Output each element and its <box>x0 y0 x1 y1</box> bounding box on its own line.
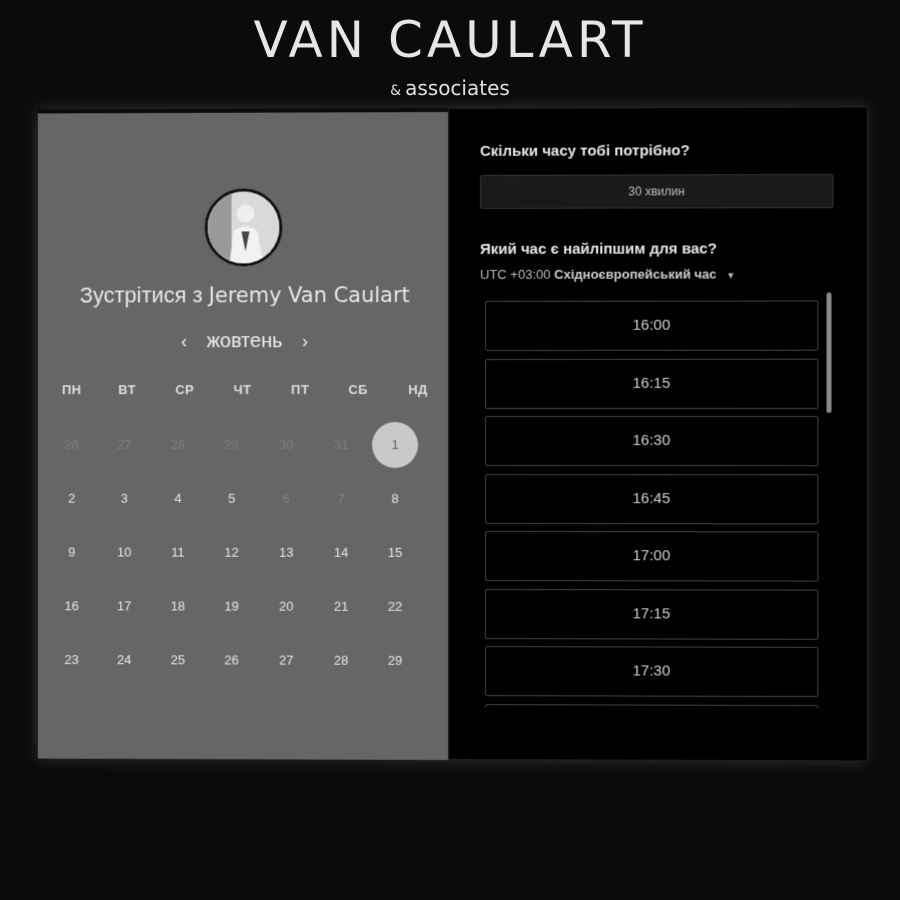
host-photo-icon <box>208 191 280 265</box>
time-slot-button[interactable]: 16:15 <box>485 358 819 409</box>
booking-widget: Зустрітися з Jeremy Van Caulart ‹ жовтен… <box>37 106 868 762</box>
slot-list-scrollbar[interactable] <box>826 292 832 413</box>
calendar-day: 26 <box>64 436 79 452</box>
weekday-label: СБ <box>348 382 368 398</box>
duration-question: Скільки часу тобі потрібно? <box>480 142 690 160</box>
duration-select[interactable]: 30 хвилин <box>480 173 834 209</box>
brand-title: VAN CAULART <box>253 11 647 69</box>
calendar-day[interactable]: 22 <box>372 584 418 630</box>
meet-title: Зустрітися з Jeremy Van Caulart <box>38 282 452 309</box>
day-grid: 26 27 28 29 30 31 1 2 3 4 5 6 7 8 9 10 11 12 13 14 15 16 17 18 1… <box>38 112 452 668</box>
brand-subtitle-text: associates <box>405 76 510 100</box>
host-avatar <box>204 188 283 267</box>
time-slot-list: 16:00 16:15 16:30 16:45 17:00 17:15 17:30 <box>485 296 822 709</box>
calendar-day[interactable]: 8 <box>372 476 418 522</box>
time-question: Який час є найліпшим для вас? <box>480 240 717 258</box>
weekday-label: СР <box>175 382 195 398</box>
month-nav: ‹ жовтень › <box>38 330 452 353</box>
caret-down-icon: ▼ <box>726 270 736 281</box>
time-slot-button[interactable]: 16:00 <box>485 300 819 351</box>
calendar-day[interactable]: 28 <box>318 638 364 684</box>
calendar-day[interactable]: 27 <box>263 638 309 684</box>
brand-subtitle-amp: & <box>390 83 402 99</box>
time-slot-button[interactable]: 17:15 <box>485 588 819 640</box>
calendar-day: 6 <box>282 490 290 506</box>
calendar-day[interactable]: 17 <box>101 583 147 629</box>
calendar-day[interactable]: 20 <box>263 584 309 630</box>
host-name: Jeremy Van Caulart <box>208 283 410 308</box>
calendar-day[interactable]: 5 <box>209 476 255 522</box>
calendar-day[interactable]: 16 <box>49 583 95 629</box>
time-slot-button[interactable]: 17:00 <box>485 531 819 582</box>
time-slot-button[interactable]: 16:30 <box>485 415 819 467</box>
calendar-day-selected[interactable]: 1 <box>372 422 419 468</box>
calendar-day[interactable]: 13 <box>263 530 309 576</box>
calendar-day[interactable]: 26 <box>209 637 255 683</box>
calendar-day[interactable]: 4 <box>155 476 201 522</box>
calendar-day: 31 <box>333 436 349 452</box>
time-panel: Скільки часу тобі потрібно? 30 хвилин Як… <box>448 106 868 762</box>
calendar-day: 7 <box>337 490 345 506</box>
timezone-name: Східноєвропейський час <box>554 266 717 282</box>
calendar-day[interactable]: 29 <box>372 638 418 684</box>
calendar-day: 30 <box>279 436 294 452</box>
calendar-day: 29 <box>224 436 239 452</box>
time-slot-button[interactable]: 17:30 <box>485 646 819 698</box>
calendar-day[interactable]: 23 <box>49 637 95 683</box>
calendar-day[interactable]: 12 <box>209 530 255 576</box>
timezone-select[interactable]: UTC +03:00 Східноєвропейський час ▼ <box>480 266 736 282</box>
time-slot-button-partial[interactable] <box>485 703 819 709</box>
calendar-day[interactable]: 19 <box>209 584 255 630</box>
calendar-day[interactable]: 25 <box>155 637 201 683</box>
calendar-day[interactable]: 11 <box>155 530 201 576</box>
calendar-day[interactable]: 24 <box>101 637 147 683</box>
weekday-label: ВТ <box>118 382 137 398</box>
calendar-day[interactable]: 15 <box>372 530 418 576</box>
calendar-day[interactable]: 2 <box>49 476 95 522</box>
calendar-panel: Зустрітися з Jeremy Van Caulart ‹ жовтен… <box>37 111 452 761</box>
calendar-day[interactable]: 18 <box>155 584 201 630</box>
weekday-label: НД <box>408 382 428 398</box>
next-month-chevron-icon[interactable]: › <box>288 331 322 351</box>
weekday-label: ПН <box>61 382 82 398</box>
month-label: жовтень <box>206 330 283 353</box>
calendar-day[interactable]: 10 <box>101 530 147 576</box>
prev-month-chevron-icon[interactable]: ‹ <box>167 331 201 351</box>
calendar-day[interactable]: 9 <box>49 530 95 576</box>
calendar-day: 27 <box>117 436 132 452</box>
meet-prefix: Зустрітися з <box>79 282 203 308</box>
timezone-offset: UTC +03:00 <box>480 266 551 282</box>
weekday-label: ЧТ <box>233 382 252 398</box>
calendar-day[interactable]: 14 <box>318 530 364 576</box>
time-slot-button[interactable]: 16:45 <box>485 473 819 524</box>
brand-subtitle: & associates <box>0 76 900 103</box>
calendar-day[interactable]: 21 <box>318 584 364 630</box>
weekday-label: ПТ <box>291 382 310 398</box>
calendar-day[interactable]: 3 <box>101 476 147 522</box>
calendar-day: 28 <box>170 436 186 452</box>
weekday-row: ПН ВТ СР ЧТ ПТ СБ НД <box>38 112 452 397</box>
